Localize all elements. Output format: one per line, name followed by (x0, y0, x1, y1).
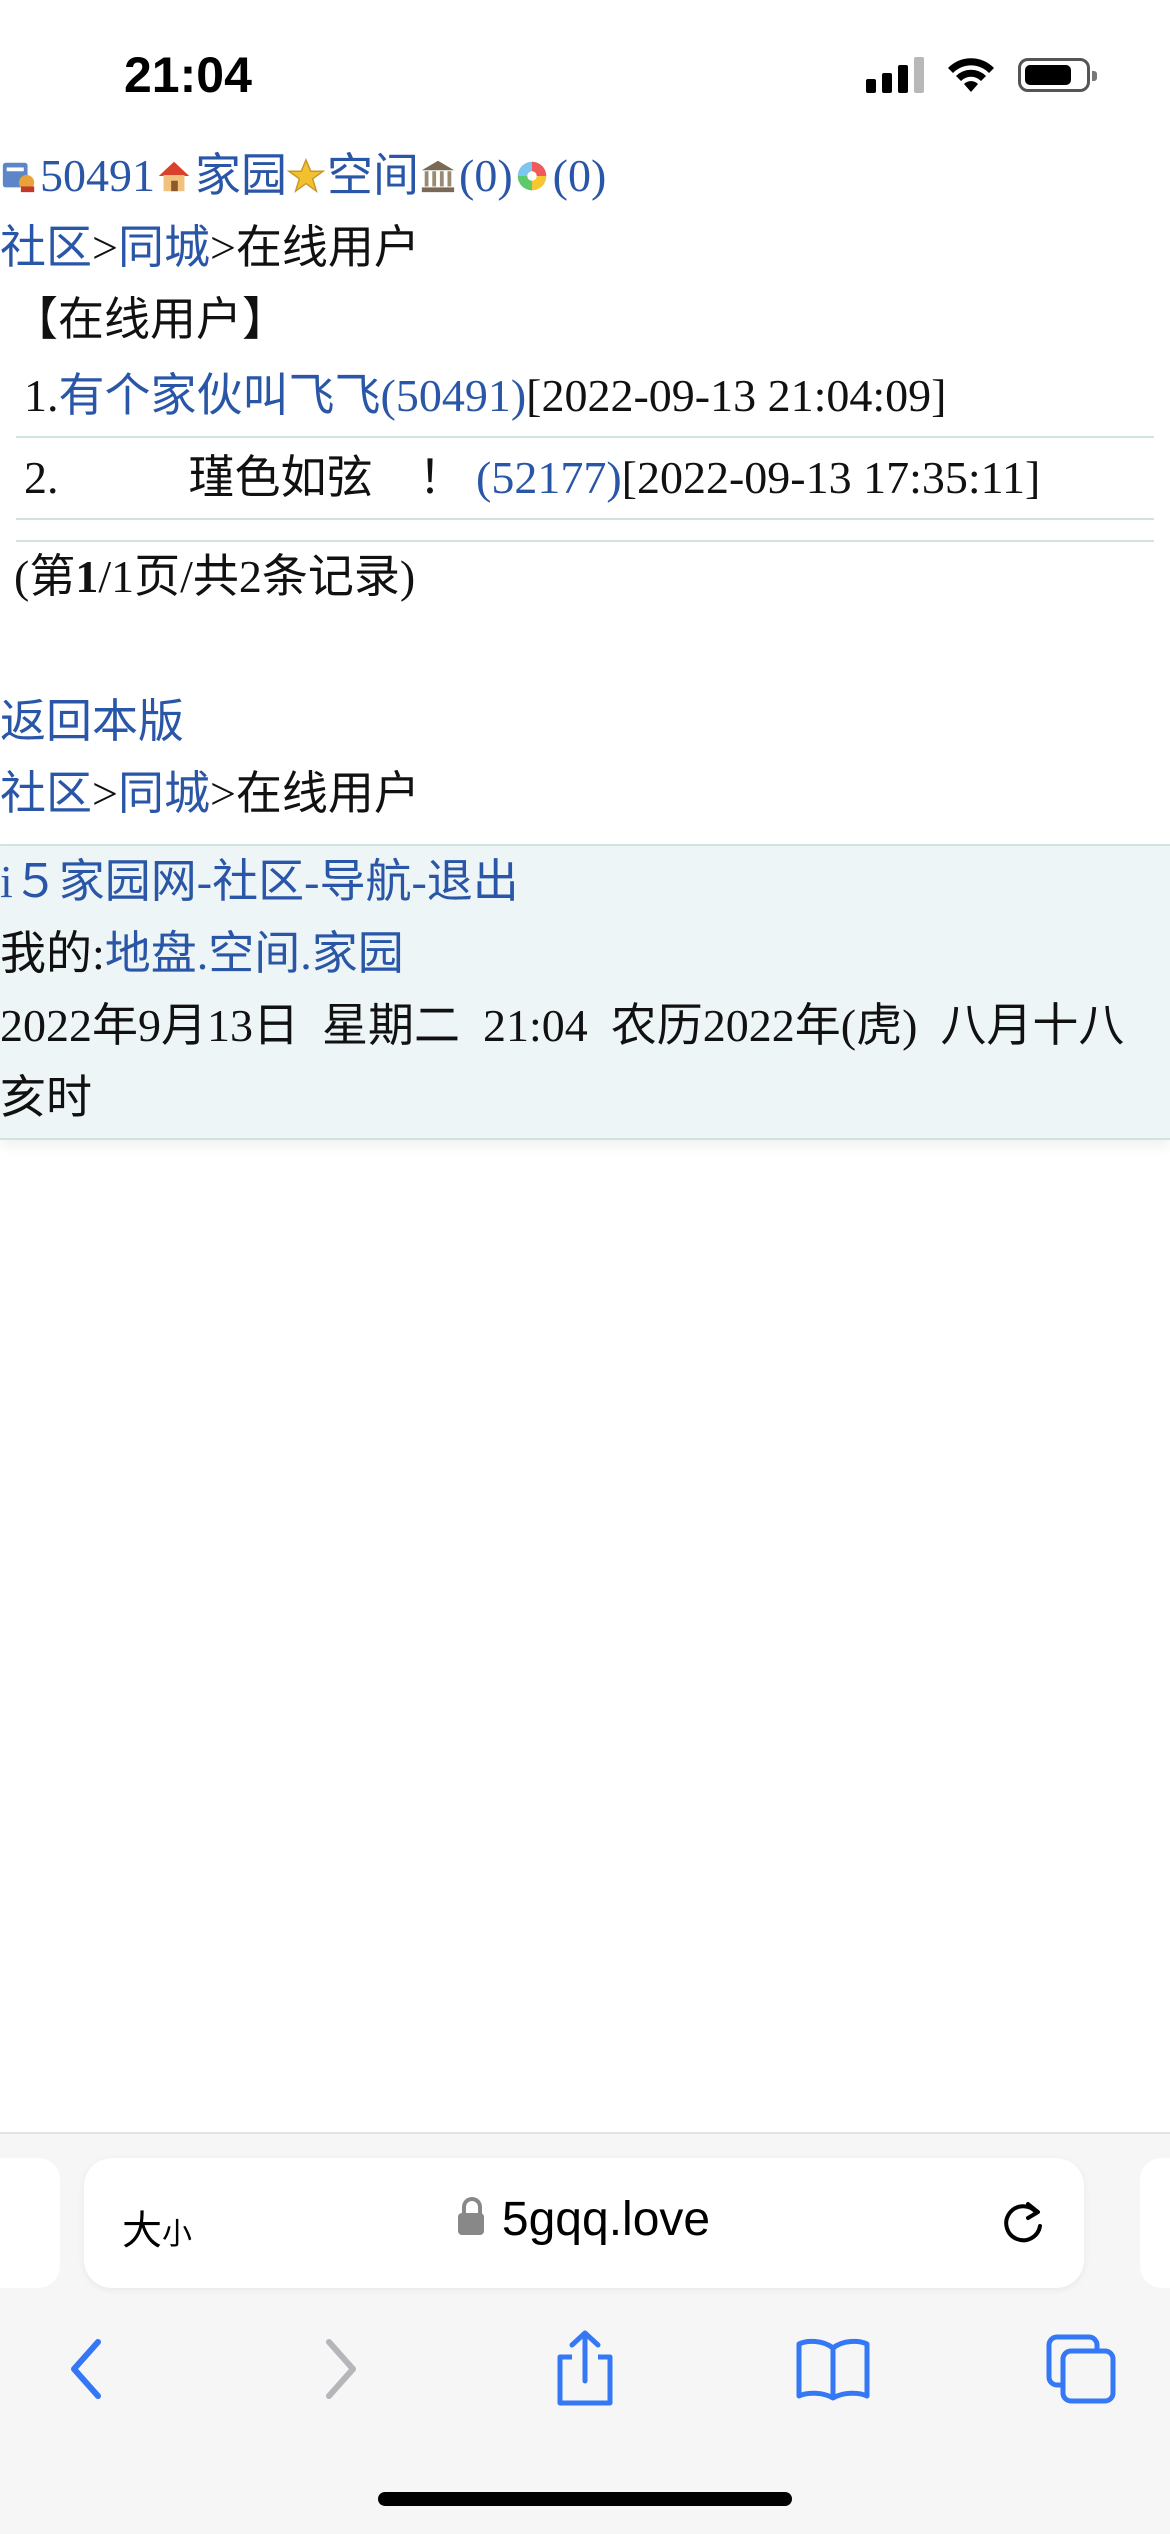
top-links: 50491 家园 空间 (0) (0) (0, 140, 1170, 212)
star-icon (287, 157, 325, 194)
house-icon (158, 161, 190, 192)
browser-toolbar (0, 2324, 1170, 2444)
back-to-board-link[interactable]: 返回本版 (0, 696, 184, 747)
browser-chrome: 大小 5gqq.love (0, 2132, 1170, 2534)
book-icon (796, 2338, 870, 2401)
breadcrumb-bottom-community[interactable]: 社区 (0, 768, 92, 819)
status-time: 21:04 (124, 47, 252, 103)
share-icon (557, 2330, 613, 2406)
url-host: 5gqq.love (84, 2192, 1084, 2247)
message-count-link[interactable]: (0) (459, 150, 513, 201)
chevron-right-icon (326, 2339, 356, 2399)
site-link[interactable]: i５家园网 (0, 856, 197, 907)
status-icons (866, 56, 1097, 94)
home-link[interactable]: 家园 (195, 150, 287, 201)
user-time-1: [2022-09-13 21:04:09] (526, 370, 947, 421)
cellular-signal-icon (866, 57, 924, 93)
reload-icon[interactable] (998, 2198, 1048, 2248)
previous-tab-card[interactable] (0, 2158, 60, 2288)
footer-nav-link[interactable]: 导航 (319, 856, 411, 907)
bank-icon (421, 160, 455, 193)
footer-mine: 我的:地盘.空间.家园 (0, 928, 404, 979)
chevron-left-icon (71, 2339, 101, 2399)
date-line: 2022年9月13日 星期二 21:04 农历2022年(虎) 八月十八 亥时 (0, 1000, 1148, 1123)
user-time-2: [2022-09-13 17:35:11] (621, 452, 1041, 503)
logout-link[interactable]: 退出 (427, 856, 519, 907)
my-home-link[interactable]: 家园 (312, 928, 404, 979)
user-row-2: 2. 瑾色如弦 ！ (52177)[2022-09-13 17:35:11] (24, 452, 1041, 503)
breadcrumb-current: 在线用户 (235, 222, 420, 273)
back-button[interactable] (42, 2324, 132, 2414)
user-card-icon (2, 162, 35, 193)
breadcrumb-bottom: 社区>同城>在线用户 (0, 768, 420, 819)
user-row-1: 1.有个家伙叫飞飞(50491)[2022-09-13 21:04:09] (24, 370, 947, 421)
breadcrumb-bottom-city[interactable]: 同城 (118, 768, 210, 819)
wifi-icon (948, 58, 994, 92)
breadcrumb: 社区>同城>在线用户 (0, 222, 420, 273)
row-divider (16, 518, 1154, 520)
main-content: 50491 家园 空间 (0) (0) 社区>同城>在线用户 【在线用户】 1.有个家伙… (0, 140, 1170, 1140)
status-bar: 21:04 (0, 0, 1170, 150)
bookmarks-button[interactable] (788, 2324, 878, 2414)
land-link[interactable]: 地盘 (105, 928, 197, 979)
space-link[interactable]: 空间 (327, 150, 419, 201)
footer-nav: i５家园网-社区-导航-退出 (0, 856, 519, 907)
battery-icon (1018, 58, 1097, 92)
notice-count-link[interactable]: (0) (553, 150, 607, 201)
address-bar[interactable]: 大小 5gqq.love (84, 2158, 1084, 2288)
next-tab-card[interactable] (1140, 2158, 1170, 2288)
breadcrumb-city[interactable]: 同城 (118, 222, 210, 273)
user-link-1[interactable]: 有个家伙叫飞飞(50491) (59, 370, 527, 421)
tabs-button[interactable] (1036, 2324, 1126, 2414)
breadcrumb-bottom-current: 在线用户 (235, 768, 420, 819)
footer-panel: i５家园网-社区-导航-退出 我的:地盘.空间.家园 2022年9月13日 星期… (0, 844, 1170, 1140)
current-page: 1 (75, 551, 99, 602)
breadcrumb-community[interactable]: 社区 (0, 222, 92, 273)
user-link-2[interactable]: (52177) (476, 452, 622, 503)
forward-button[interactable] (295, 2324, 385, 2414)
tabs-icon (1046, 2334, 1116, 2404)
page-title: 【在线用户】 (12, 294, 288, 345)
footer-community-link[interactable]: 社区 (212, 856, 304, 907)
lock-icon (457, 2197, 484, 2235)
home-indicator (378, 2492, 792, 2506)
share-button[interactable] (540, 2324, 630, 2414)
my-space-link[interactable]: 空间 (208, 928, 300, 979)
pager: (第1/1页/共2条记录) (14, 551, 416, 602)
user-name-2: 瑾色如弦 ！ (188, 452, 465, 503)
uid-link[interactable]: 50491 (40, 150, 155, 201)
back-row: 返回本版 (0, 686, 1170, 758)
colorful-ball-icon (517, 161, 546, 191)
